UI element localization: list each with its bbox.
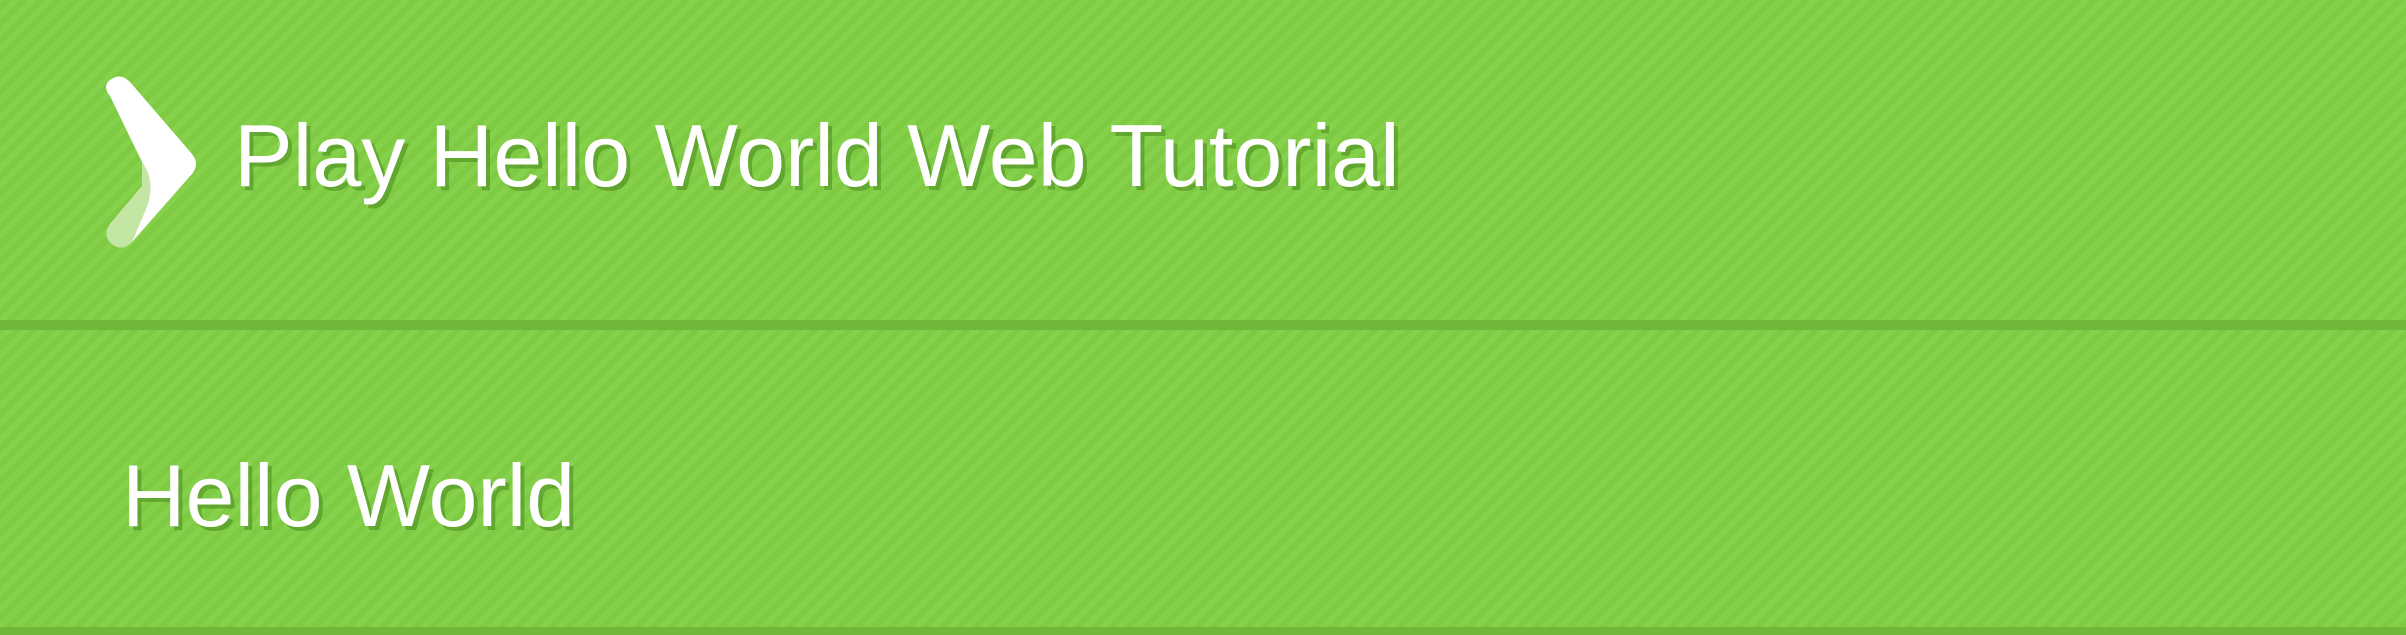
header-divider (0, 320, 2406, 330)
bottom-divider (0, 627, 2406, 635)
page-title: Play Hello World Web Tutorial (234, 106, 1400, 205)
play-chevron-icon (106, 76, 196, 248)
app-header: Play Hello World Web Tutorial (0, 0, 2406, 320)
hello-world-heading: Hello World (122, 446, 576, 545)
